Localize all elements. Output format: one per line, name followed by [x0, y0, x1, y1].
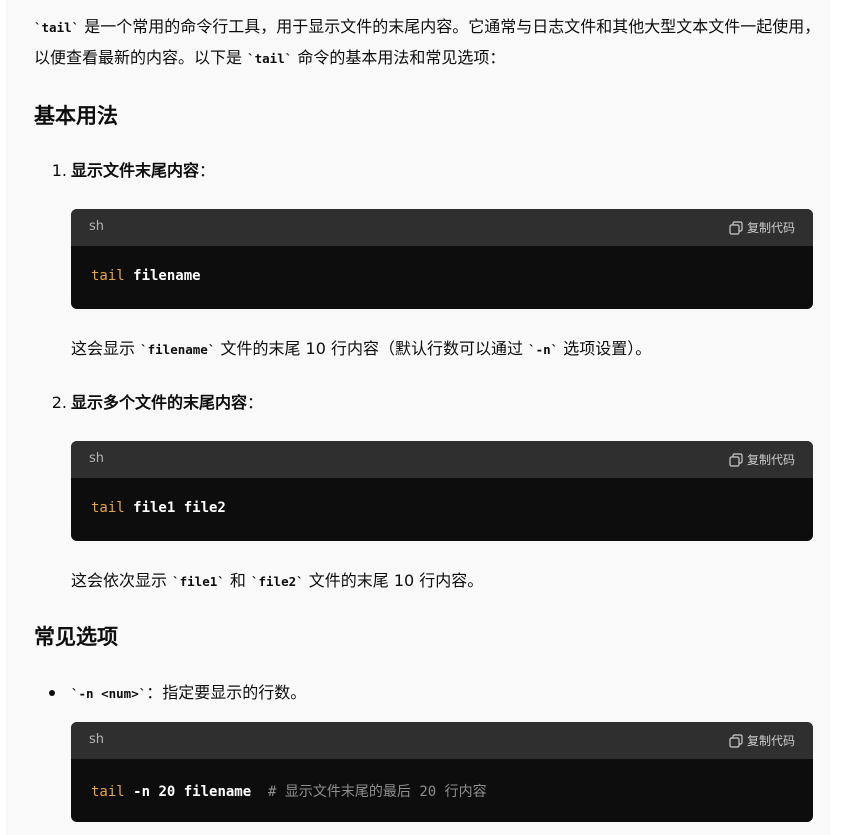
item2-description: 这会依次显示 `file1` 和 `file2` 文件的末尾 10 行内容。	[71, 568, 483, 595]
colon: ：	[199, 161, 216, 180]
chat-message-panel: `tail` 是一个常用的命令行工具，用于显示文件的末尾内容。它通常与日志文件和…	[6, 0, 830, 835]
intro-text-3: 命令的基本用法和常见选项：	[292, 48, 506, 67]
code-line: tail filename	[91, 268, 201, 284]
bullet-dot	[49, 690, 55, 696]
copy-icon	[729, 452, 743, 467]
desc-text: 这会显示	[71, 339, 141, 358]
code-header: sh 复制代码	[71, 209, 813, 246]
inline-code-filename: `filename`	[140, 342, 216, 357]
heading-basic-usage: 基本用法	[34, 104, 118, 128]
inline-code-file1: `file1`	[172, 574, 225, 589]
inline-code-file2: `file2`	[250, 574, 304, 589]
copy-code-button[interactable]: 复制代码	[729, 219, 795, 236]
heading-common-options: 常见选项	[34, 625, 118, 649]
code-args: filename	[175, 784, 269, 800]
desc-text: 这会依次显示	[71, 571, 173, 590]
copy-label: 复制代码	[746, 221, 795, 235]
code-header: sh 复制代码	[71, 722, 813, 759]
intro-text-1: 是一个常用的命令行工具，用于显示文件的末尾内容。它通常与日志文件和其他大型文本文	[84, 17, 725, 36]
code-language: sh	[89, 451, 105, 466]
copy-code-button[interactable]: 复制代码	[729, 732, 795, 749]
inline-code-tail: `tail`	[34, 20, 80, 35]
copy-icon	[729, 220, 743, 235]
inline-code-n: `-n`	[528, 342, 559, 357]
code-number: 20	[158, 784, 176, 800]
code-flag: -n	[124, 784, 159, 800]
copy-icon	[729, 733, 743, 748]
bullet-item-n: `-n <num>`：指定要显示的行数。	[49, 680, 307, 707]
code-args: filename	[124, 268, 201, 284]
code-args: file1 file2	[124, 500, 226, 516]
inline-code-tail-2: `tail`	[247, 51, 293, 66]
desc-text: 选项设置）。	[558, 339, 652, 358]
list-number: 2.	[51, 393, 67, 412]
code-comment: # 显示文件末尾的最后	[268, 784, 420, 800]
code-comment-number: 20	[419, 784, 437, 800]
code-keyword: tail	[91, 500, 125, 516]
code-header: sh 复制代码	[71, 441, 813, 478]
code-keyword: tail	[91, 784, 125, 800]
code-block-2: sh 复制代码 tail file1 file2	[71, 441, 813, 541]
code-line: tail file1 file2	[91, 500, 226, 516]
colon: ：	[247, 393, 264, 412]
code-block-1: sh 复制代码 tail filename	[71, 209, 813, 309]
copy-label: 复制代码	[746, 453, 795, 467]
item1-description: 这会显示 `filename` 文件的末尾 10 行内容（默认行数可以通过 `-…	[71, 336, 651, 363]
list-item-title: 显示文件末尾内容	[71, 161, 200, 180]
inline-code-n-num: `-n <num>`	[71, 686, 147, 701]
code-keyword: tail	[91, 268, 125, 284]
code-language: sh	[89, 732, 105, 747]
code-block-3: sh 复制代码 tail -n 20 filename # 显示文件末尾的最后 …	[71, 722, 813, 822]
code-comment-end: 行内容	[436, 784, 487, 800]
list-number: 1.	[51, 161, 67, 180]
list-item-1: 1. 显示文件末尾内容：	[52, 158, 216, 184]
desc-text: 和	[224, 571, 251, 590]
code-language: sh	[89, 219, 105, 234]
list-item-2: 2. 显示多个文件的末尾内容：	[52, 390, 264, 416]
desc-text: 文件的末尾 10 行内容（默认行数可以通过	[215, 339, 529, 358]
bullet-text: ：指定要显示的行数。	[146, 683, 307, 702]
code-line: tail -n 20 filename # 显示文件末尾的最后 20 行内容	[91, 781, 487, 801]
intro-paragraph: `tail` 是一个常用的命令行工具，用于显示文件的末尾内容。它通常与日志文件和…	[34, 12, 824, 74]
copy-code-button[interactable]: 复制代码	[729, 451, 795, 468]
copy-label: 复制代码	[746, 734, 795, 748]
desc-text: 文件的末尾 10 行内容。	[303, 571, 484, 590]
list-item-title: 显示多个文件的末尾内容	[71, 393, 248, 412]
